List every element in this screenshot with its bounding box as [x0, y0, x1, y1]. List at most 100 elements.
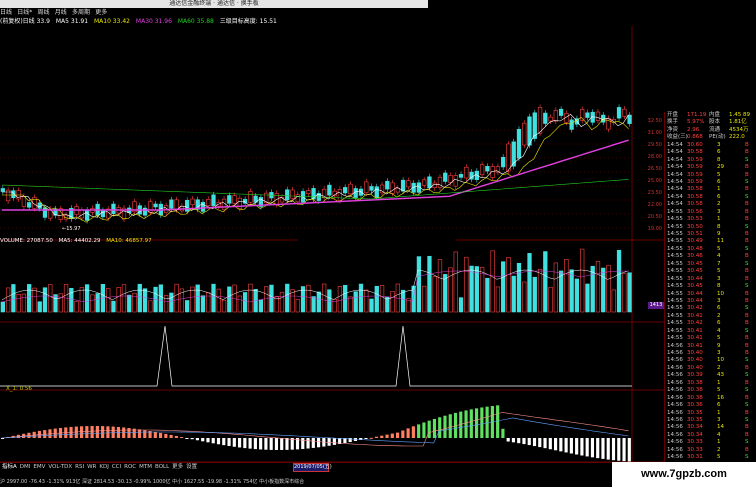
indicator-tab[interactable]: KDJ [99, 464, 108, 470]
tick-side: B [745, 379, 749, 386]
macd-bar [611, 438, 616, 461]
kline-chart[interactable] [0, 0, 664, 470]
volume-bar [358, 283, 364, 313]
tick-row: 14:56 30.35 3 S [665, 417, 756, 424]
tick-price: 30.31 [687, 454, 703, 461]
macd-bar [527, 438, 531, 446]
tick-side: S [745, 357, 749, 364]
tick-row: 14:56 30.33 2 B [665, 447, 756, 454]
tick-volume: 1 [717, 216, 721, 223]
indicator-tab[interactable]: 设置 [186, 464, 197, 470]
macd-bar [327, 438, 331, 446]
tick-time: 14:55 [667, 335, 683, 342]
candle-body [206, 199, 211, 206]
indicator-tab[interactable]: EMV [33, 464, 45, 470]
macd-bar [332, 438, 336, 445]
tick-price: 30.58 [687, 149, 703, 156]
volume-bar [37, 301, 42, 313]
candle-body [569, 119, 574, 130]
tick-side: S [745, 387, 749, 394]
volume-bar [16, 294, 21, 313]
indicator-tab[interactable]: CCI [112, 464, 121, 470]
tick-row: 14:55 30.48 5 S [665, 246, 756, 253]
volume-bar [616, 249, 622, 313]
volume-bar [580, 248, 585, 313]
indicator-tab[interactable]: BOLL [155, 464, 169, 470]
tick-side: B [745, 238, 749, 245]
volume-bar [490, 250, 495, 313]
volume-bar [95, 293, 100, 313]
tick-volume: 1 [717, 186, 721, 193]
macd-bar [385, 434, 389, 438]
tick-side: B [745, 335, 749, 342]
quote-summary-k2: 股本 [709, 119, 721, 126]
tick-volume: 3 [717, 275, 721, 282]
tick-time: 14:55 [667, 231, 683, 237]
macd-bar [248, 438, 252, 449]
volume-bar [42, 287, 48, 313]
volume-bar [190, 286, 195, 313]
quote-summary-v: 0.868 [687, 134, 703, 141]
tick-row: 14:56 30.38 1 B [665, 380, 756, 387]
candle-body [422, 179, 427, 186]
tick-side: B [745, 409, 749, 416]
tick-time: 14:55 [667, 283, 683, 290]
low-price-annotation: ←15.97 [62, 226, 81, 232]
candle-body [585, 112, 590, 118]
macd-bar [475, 408, 479, 438]
indicator-tab[interactable]: VOL-TDX [48, 464, 72, 470]
macd-bar [137, 429, 142, 438]
tick-side: B [745, 268, 749, 275]
tick-time: 14:55 [667, 268, 683, 275]
macd-bar [554, 438, 558, 451]
tick-volume: 8 [717, 283, 721, 290]
volume-bar [353, 291, 358, 313]
tick-time: 14:56 [667, 424, 683, 431]
tick-price: 30.40 [687, 357, 703, 364]
tick-price: 30.49 [687, 238, 703, 245]
tick-side: S [745, 260, 749, 267]
candle-body [616, 107, 622, 119]
tick-volume: 1 [717, 379, 721, 386]
tick-volume: 2 [717, 312, 721, 319]
indicator-tab[interactable]: WR [87, 464, 96, 470]
indicator-tab[interactable]: ROC [124, 464, 136, 470]
candle-body [153, 203, 158, 208]
macd-bar [548, 438, 552, 450]
macd-bar [532, 438, 537, 447]
candle-body [374, 186, 379, 198]
candle-body [369, 186, 374, 191]
price-axis: 32.50 31.00 29.50 28.00 26.50 25.00 23.50 22.00… [632, 112, 664, 442]
tick-row: 14:55 30.50 8 S [665, 224, 756, 231]
price-axis-label: 26.50 [647, 166, 662, 172]
candle-body [353, 188, 358, 198]
macd-bar [469, 409, 473, 438]
macd-bar [206, 438, 210, 443]
candle-body [537, 107, 543, 134]
macd-bar [311, 438, 315, 448]
tick-side: B [745, 171, 749, 178]
candle-body [453, 175, 458, 187]
candle-body [622, 108, 627, 117]
tick-price: 30.58 [687, 193, 703, 200]
indicator-tab[interactable]: MTM [139, 464, 152, 470]
tick-price: 30.58 [687, 186, 703, 193]
macd-bar [317, 438, 321, 448]
indicator-tab[interactable]: 更多 [172, 464, 183, 470]
volume-bar [295, 299, 300, 313]
indicator-tab[interactable]: DMI [20, 464, 31, 470]
tick-volume: 6 [717, 149, 721, 156]
candle-body [84, 209, 90, 221]
volume-bar [258, 299, 264, 313]
tick-volume: 5 [717, 335, 721, 342]
tick-row: 14:56 30.41 9 B [665, 343, 756, 350]
indicator-tab[interactable]: RSI [75, 464, 84, 470]
macd-bar [195, 438, 200, 441]
tick-side: S [745, 372, 749, 379]
macd-bar [617, 438, 621, 461]
volume-bar [558, 270, 564, 313]
macd-bar [485, 406, 489, 438]
candle-body [458, 174, 464, 178]
volume-bar [311, 296, 316, 313]
indicator-tab[interactable]: 指标A [2, 464, 17, 470]
